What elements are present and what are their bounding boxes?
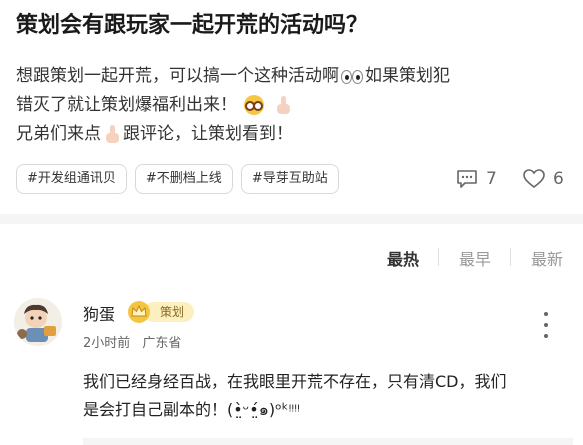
comment-text-line-1: 我们已经身经百战，在我眼里开荒不存在，只有清CD，我们	[83, 372, 507, 391]
avatar-illustration	[14, 298, 62, 346]
post-body: 想跟策划一起开荒，可以搞一个这种活动啊 如果策划犯 错灭了就让策划爆福利出来！ 兄…	[16, 62, 571, 149]
comment-username[interactable]: 狗蛋	[83, 301, 115, 325]
tag-chip[interactable]: #导芽互助站	[240, 164, 339, 194]
comment-meta: 2小时前 广东省	[83, 332, 181, 351]
post-title: 策划会有跟玩家一起开荒的活动吗？	[16, 13, 369, 38]
sort-latest[interactable]: 最新	[531, 246, 563, 270]
avatar[interactable]	[14, 298, 62, 346]
post-body-text-1b: 如果策划犯	[365, 66, 450, 86]
eyes-icon	[341, 69, 363, 84]
heart-icon	[523, 169, 545, 189]
comment-text: 我们已经身经百战，在我眼里开荒不存在，只有清CD，我们 是会打自己副本的！(•̤…	[83, 368, 573, 424]
pointing-up-icon	[275, 96, 291, 114]
staff-badge: 策划	[126, 300, 195, 324]
thumbs-up-icon	[104, 125, 120, 143]
more-options-icon[interactable]	[540, 312, 552, 338]
comment-count: 7	[486, 169, 497, 189]
tag-chip[interactable]: #不删档上线	[134, 164, 233, 194]
tag-chip[interactable]: #开发组通讯贝	[16, 164, 127, 194]
post-body-line-3: 兄弟们来点 跟评论，让策划看到！	[16, 120, 571, 149]
section-divider	[0, 214, 583, 224]
sort-hot[interactable]: 最热	[387, 246, 419, 270]
post-body-text-3: 兄弟们来点	[16, 124, 101, 144]
post-body-text-1: 想跟策划一起开荒，可以搞一个这种活动啊	[16, 66, 339, 86]
reply-preview-strip	[83, 438, 573, 445]
comment-text-line-2: 是会打自己副本的！(•̤̀ᵕ•̤́๑)ᵒᵏᵎᵎᵎᵎ	[83, 400, 301, 419]
comment-time: 2小时前	[83, 336, 131, 351]
crown-badge-icon	[128, 301, 150, 323]
tag-list: #开发组通讯贝 #不删档上线 #导芽互助站	[16, 164, 339, 194]
sort-earliest[interactable]: 最早	[459, 246, 491, 270]
like-count: 6	[553, 169, 564, 189]
post-body-line-1: 想跟策划一起开荒，可以搞一个这种活动啊 如果策划犯	[16, 62, 571, 91]
post-body-text-3b: 跟评论，让策划看到！	[123, 124, 293, 144]
nerd-face-icon	[244, 95, 265, 115]
sort-separator	[438, 248, 439, 266]
sort-separator	[510, 248, 511, 266]
comment-location: 广东省	[142, 336, 182, 351]
comment-button[interactable]: 7	[456, 166, 497, 192]
like-button[interactable]: 6	[523, 166, 564, 192]
comment-icon	[457, 170, 477, 188]
post-body-text-2: 错灭了就让策划爆福利出来！	[16, 95, 237, 115]
post-body-line-2: 错灭了就让策划爆福利出来！	[16, 91, 571, 120]
